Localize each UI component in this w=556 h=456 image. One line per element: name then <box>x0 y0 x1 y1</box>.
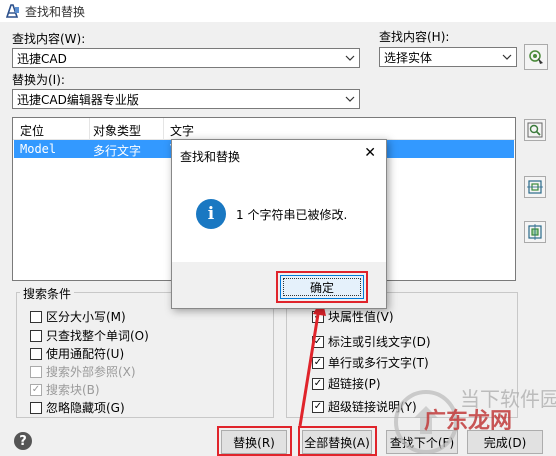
highlight-frame <box>276 271 368 303</box>
dialog-message: 1 个字符串已被修改. <box>236 208 348 222</box>
find-next-button[interactable]: 查找下个(F) <box>386 430 458 454</box>
highlight-frame <box>298 426 377 456</box>
close-icon[interactable]: ✕ <box>364 145 376 161</box>
highlight-frame <box>217 426 292 456</box>
dialog-title: 查找和替换 <box>180 150 241 164</box>
info-icon: i <box>196 199 226 229</box>
dialog-titlebar: 查找和替换 ✕ <box>172 140 386 170</box>
done-button[interactable]: 完成(D) <box>467 430 543 454</box>
message-dialog: 查找和替换 ✕ i 1 个字符串已被修改. 确定 <box>171 139 387 309</box>
help-icon[interactable]: ? <box>14 432 32 450</box>
dialog-body: i 1 个字符串已被修改. <box>172 170 386 262</box>
